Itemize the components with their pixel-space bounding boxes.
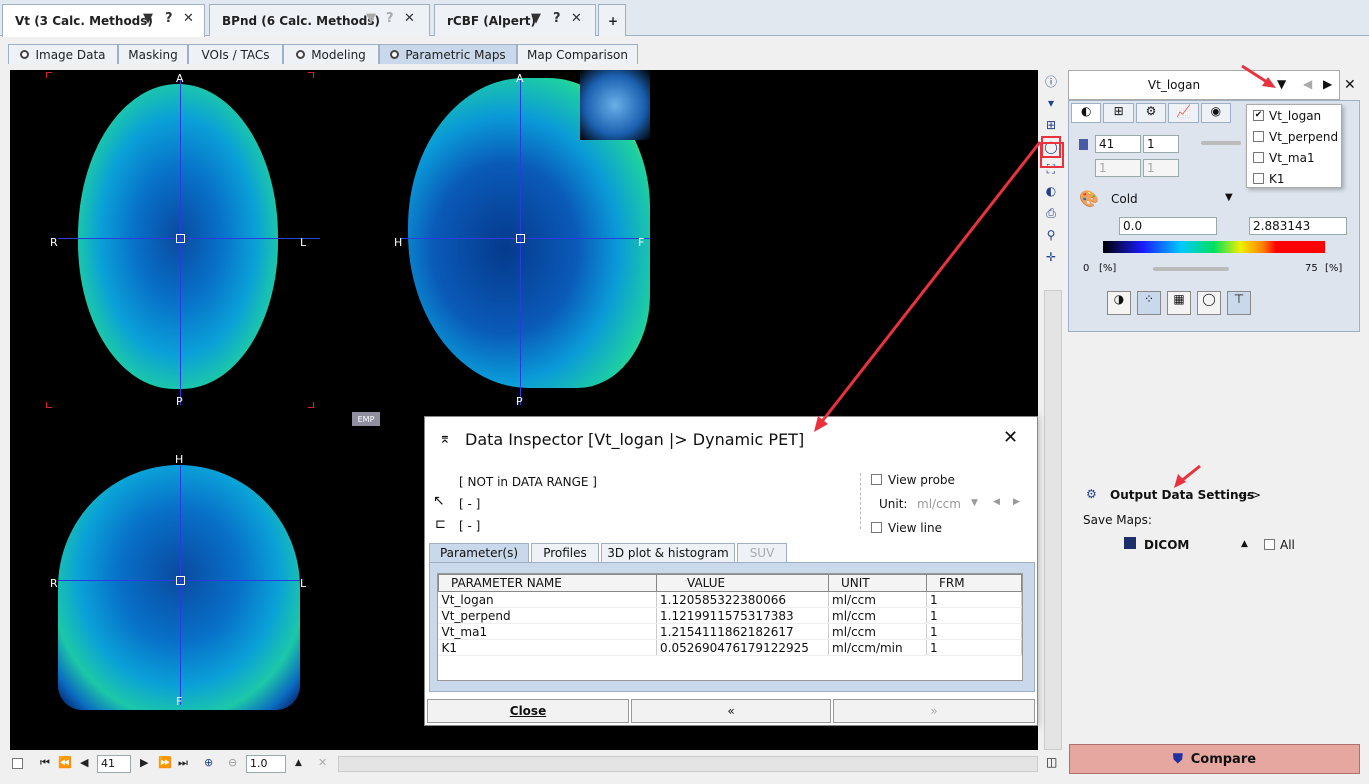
arrow-to-map-dropdown [1241, 64, 1276, 88]
arrow-to-data-inspector [814, 141, 1064, 432]
arrow-to-output-settings [1174, 464, 1201, 488]
annotation-arrows [814, 64, 1276, 488]
